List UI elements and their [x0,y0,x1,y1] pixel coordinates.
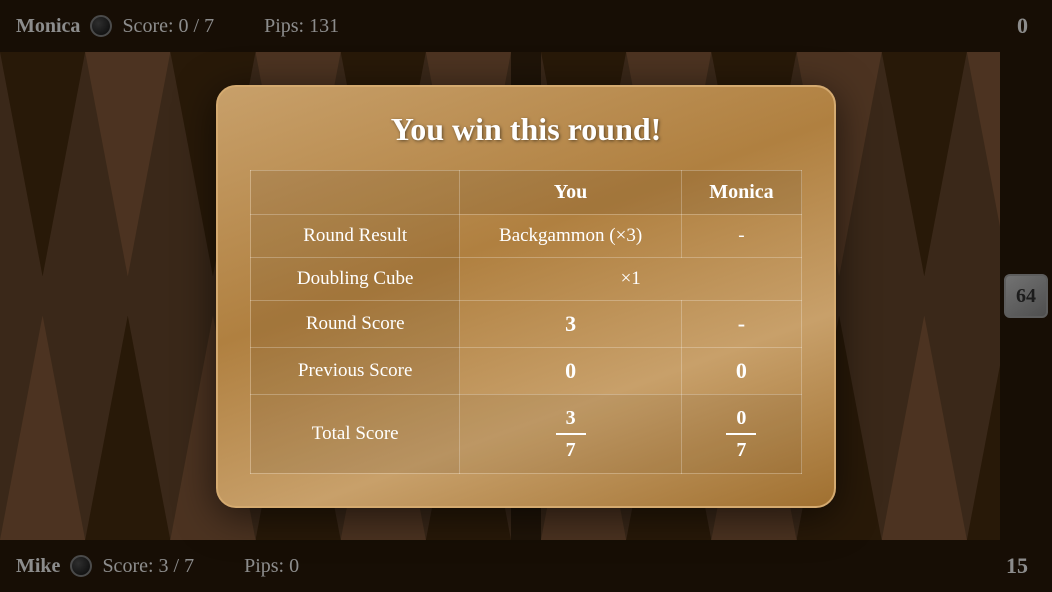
round-score-label: Round Score [251,300,460,347]
doubling-cube-label: Doubling Cube [251,257,460,300]
round-score-you: 3 [460,300,681,347]
round-result-modal: You win this round! You Monica Round Res… [216,85,836,508]
total-score-monica-bottom: 7 [736,437,746,463]
previous-score-row: Previous Score 0 0 [251,347,802,394]
total-score-row: Total Score 3 7 0 7 [251,394,802,473]
doubling-cube-value: ×1 [460,257,802,300]
round-result-monica: - [681,214,801,257]
round-score-monica: - [681,300,801,347]
total-score-you-bottom: 7 [566,437,576,463]
previous-score-monica: 0 [681,347,801,394]
fraction-line-you [556,433,586,435]
previous-score-label: Previous Score [251,347,460,394]
total-score-you-top: 3 [566,405,576,431]
fraction-line-monica [726,433,756,435]
modal-overlay: You win this round! You Monica Round Res… [0,0,1052,592]
total-score-you: 3 7 [460,394,681,473]
total-score-monica: 0 7 [681,394,801,473]
previous-score-you: 0 [460,347,681,394]
round-result-label: Round Result [251,214,460,257]
score-table: You Monica Round Result Backgammon (×3) … [250,170,802,474]
total-fraction-monica: 0 7 [696,405,787,463]
round-score-row: Round Score 3 - [251,300,802,347]
total-fraction-you: 3 7 [474,405,666,463]
doubling-cube-row: Doubling Cube ×1 [251,257,802,300]
modal-title: You win this round! [250,111,802,148]
round-result-row: Round Result Backgammon (×3) - [251,214,802,257]
total-score-label: Total Score [251,394,460,473]
round-result-you: Backgammon (×3) [460,214,681,257]
table-header-empty [251,170,460,214]
table-header-you: You [460,170,681,214]
total-score-monica-top: 0 [736,405,746,431]
table-header-monica: Monica [681,170,801,214]
